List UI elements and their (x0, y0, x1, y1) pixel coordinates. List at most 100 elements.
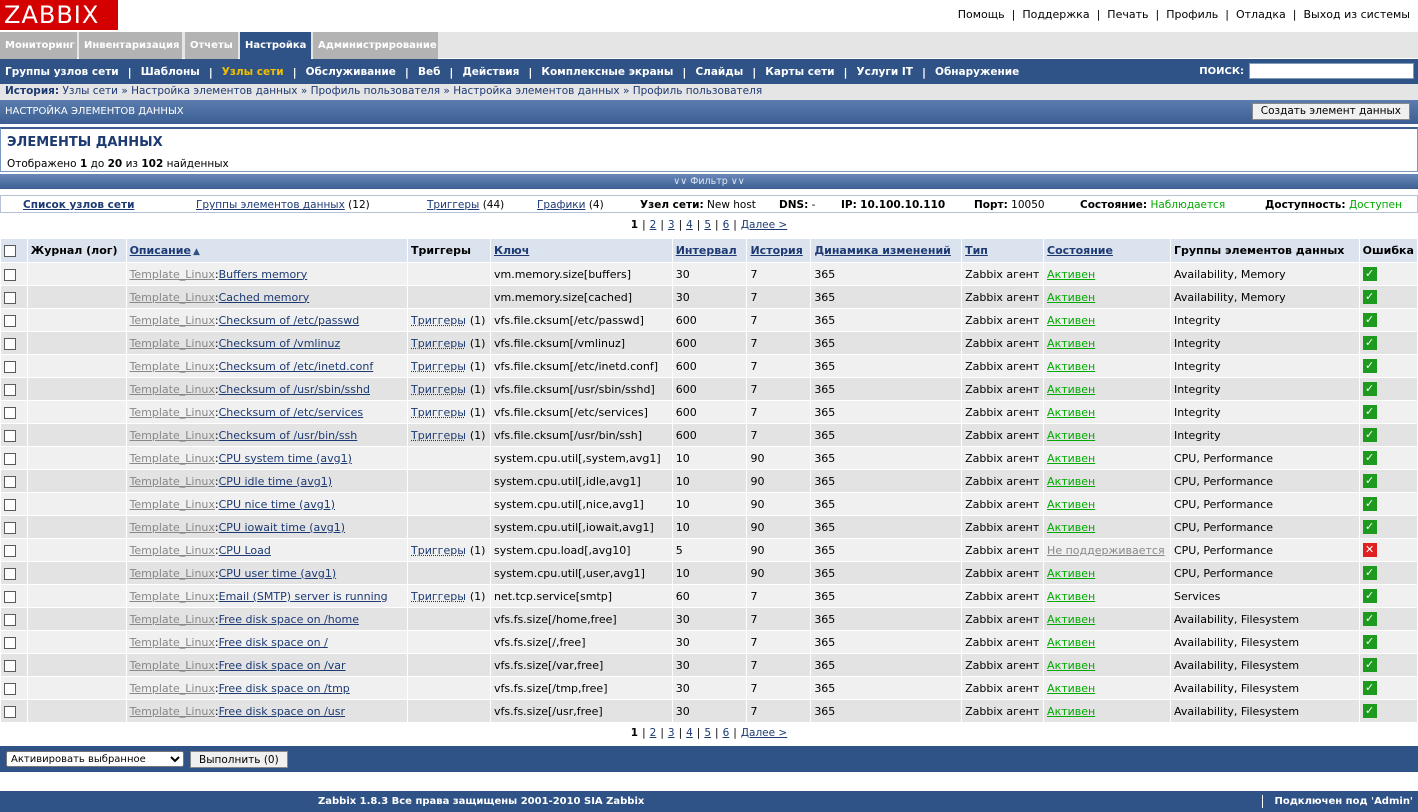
item-name-link[interactable]: Free disk space on / (219, 636, 328, 649)
execute-button[interactable]: Выполнить (0) (190, 751, 288, 768)
main-menu-item[interactable]: Настройка (240, 32, 311, 59)
template-link[interactable]: Template_Linux (130, 613, 215, 626)
status-link[interactable]: Активен (1047, 498, 1095, 511)
template-link[interactable]: Template_Linux (130, 567, 215, 580)
template-link[interactable]: Template_Linux (130, 337, 215, 350)
top-link[interactable]: Профиль (1166, 8, 1218, 21)
item-name-link[interactable]: CPU user time (avg1) (219, 567, 337, 580)
triggers-link[interactable]: Триггеры (427, 199, 479, 211)
triggers-link[interactable]: Триггеры (411, 429, 466, 442)
triggers-link[interactable]: Триггеры (411, 590, 466, 603)
breadcrumb-link[interactable]: Настройка элементов данных (453, 85, 619, 97)
page-link[interactable]: 4 (686, 727, 693, 739)
error-cross-icon[interactable]: ✕ (1362, 543, 1377, 557)
template-link[interactable]: Template_Linux (130, 659, 215, 672)
item-name-link[interactable]: Free disk space on /var (219, 659, 346, 672)
row-checkbox[interactable] (4, 544, 16, 557)
col-description[interactable]: Описание ▲ (125, 238, 409, 263)
template-link[interactable]: Template_Linux (130, 314, 215, 327)
page-link[interactable]: 3 (668, 727, 675, 739)
top-link[interactable]: Печать (1107, 8, 1148, 21)
row-checkbox[interactable] (4, 705, 16, 718)
sub-menu-item[interactable]: Карты сети (765, 66, 834, 78)
item-name-link[interactable]: CPU Load (219, 544, 271, 557)
item-name-link[interactable]: Cached memory (219, 291, 310, 304)
row-checkbox[interactable] (4, 682, 16, 695)
row-checkbox[interactable] (4, 291, 16, 304)
status-link[interactable]: Активен (1047, 383, 1095, 396)
status-link[interactable]: Активен (1047, 682, 1095, 695)
item-groups-link[interactable]: Группы элементов данных (196, 199, 345, 211)
page-link[interactable]: 5 (704, 727, 711, 739)
status-link[interactable]: Активен (1047, 659, 1095, 672)
main-menu-item[interactable]: Администрирование (313, 32, 438, 59)
col-status[interactable]: Состояние (1043, 238, 1171, 263)
sub-menu-item[interactable]: Веб (418, 66, 440, 78)
row-checkbox[interactable] (4, 659, 16, 672)
template-link[interactable]: Template_Linux (130, 406, 215, 419)
page-next-link[interactable]: Далее > (741, 727, 787, 739)
item-name-link[interactable]: Checksum of /etc/inetd.conf (219, 360, 374, 373)
triggers-link[interactable]: Триггеры (411, 360, 466, 373)
status-link[interactable]: Активен (1047, 337, 1095, 350)
triggers-link[interactable]: Триггеры (411, 337, 466, 350)
status-link[interactable]: Активен (1047, 314, 1095, 327)
item-name-link[interactable]: CPU idle time (avg1) (219, 475, 332, 488)
triggers-link[interactable]: Триггеры (411, 406, 466, 419)
col-trends[interactable]: Динамика изменений (810, 238, 963, 263)
template-link[interactable]: Template_Linux (130, 268, 215, 281)
item-name-link[interactable]: Free disk space on /usr (219, 705, 345, 718)
row-checkbox[interactable] (4, 613, 16, 626)
status-link[interactable]: Активен (1047, 452, 1095, 465)
sub-menu-item[interactable]: Группы узлов сети (5, 66, 119, 78)
status-link[interactable]: Активен (1047, 406, 1095, 419)
status-link[interactable]: Активен (1047, 567, 1095, 580)
triggers-link[interactable]: Триггеры (411, 383, 466, 396)
sub-menu-item[interactable]: Действия (462, 66, 519, 78)
sub-menu-item[interactable]: Шаблоны (141, 66, 200, 78)
top-link[interactable]: Помощь (958, 8, 1005, 21)
page-link[interactable]: 6 (723, 219, 730, 231)
row-checkbox[interactable] (4, 475, 16, 488)
item-name-link[interactable]: Checksum of /etc/passwd (219, 314, 360, 327)
row-checkbox[interactable] (4, 521, 16, 534)
col-interval-link[interactable]: Интервал (676, 244, 737, 257)
row-checkbox[interactable] (4, 337, 16, 350)
page-link[interactable]: 2 (650, 219, 657, 231)
template-link[interactable]: Template_Linux (130, 521, 215, 534)
status-link[interactable]: Активен (1047, 590, 1095, 603)
page-next-link[interactable]: Далее > (741, 219, 787, 231)
sub-menu-item[interactable]: Слайды (695, 66, 743, 78)
col-key-link[interactable]: Ключ (494, 244, 529, 257)
template-link[interactable]: Template_Linux (130, 498, 215, 511)
item-name-link[interactable]: CPU nice time (avg1) (219, 498, 335, 511)
status-link[interactable]: Активен (1047, 521, 1095, 534)
main-menu-item[interactable]: Мониторинг (0, 32, 77, 59)
page-link[interactable]: 2 (650, 727, 657, 739)
group-action-select[interactable]: Активировать выбранное (6, 751, 184, 767)
top-link[interactable]: Выход из системы (1304, 8, 1410, 21)
row-checkbox[interactable] (4, 452, 16, 465)
template-link[interactable]: Template_Linux (130, 475, 215, 488)
page-link[interactable]: 6 (723, 727, 730, 739)
page-link[interactable]: 3 (668, 219, 675, 231)
create-item-button[interactable]: Создать элемент данных (1251, 103, 1410, 120)
triggers-link[interactable]: Триггеры (411, 544, 466, 557)
zabbix-logo[interactable]: ZABBIX (0, 0, 118, 30)
item-name-link[interactable]: Free disk space on /tmp (219, 682, 350, 695)
filter-toggle[interactable]: ∨∨ Фильтр ∨∨ (0, 174, 1418, 189)
main-menu-item[interactable]: Отчеты (185, 32, 238, 59)
template-link[interactable]: Template_Linux (130, 291, 215, 304)
graphs-link[interactable]: Графики (537, 199, 585, 211)
item-name-link[interactable]: Free disk space on /home (219, 613, 359, 626)
breadcrumb-link[interactable]: Профиль пользователя (311, 85, 440, 97)
item-name-link[interactable]: Buffers memory (219, 268, 308, 281)
select-all-checkbox[interactable] (4, 245, 16, 257)
row-checkbox[interactable] (4, 636, 16, 649)
row-checkbox[interactable] (4, 406, 16, 419)
row-checkbox[interactable] (4, 383, 16, 396)
host-list-link[interactable]: Список узлов сети (23, 199, 134, 211)
status-link[interactable]: Не поддерживается (1047, 544, 1165, 557)
breadcrumb-link[interactable]: Профиль пользователя (633, 85, 762, 97)
status-link[interactable]: Активен (1047, 705, 1095, 718)
